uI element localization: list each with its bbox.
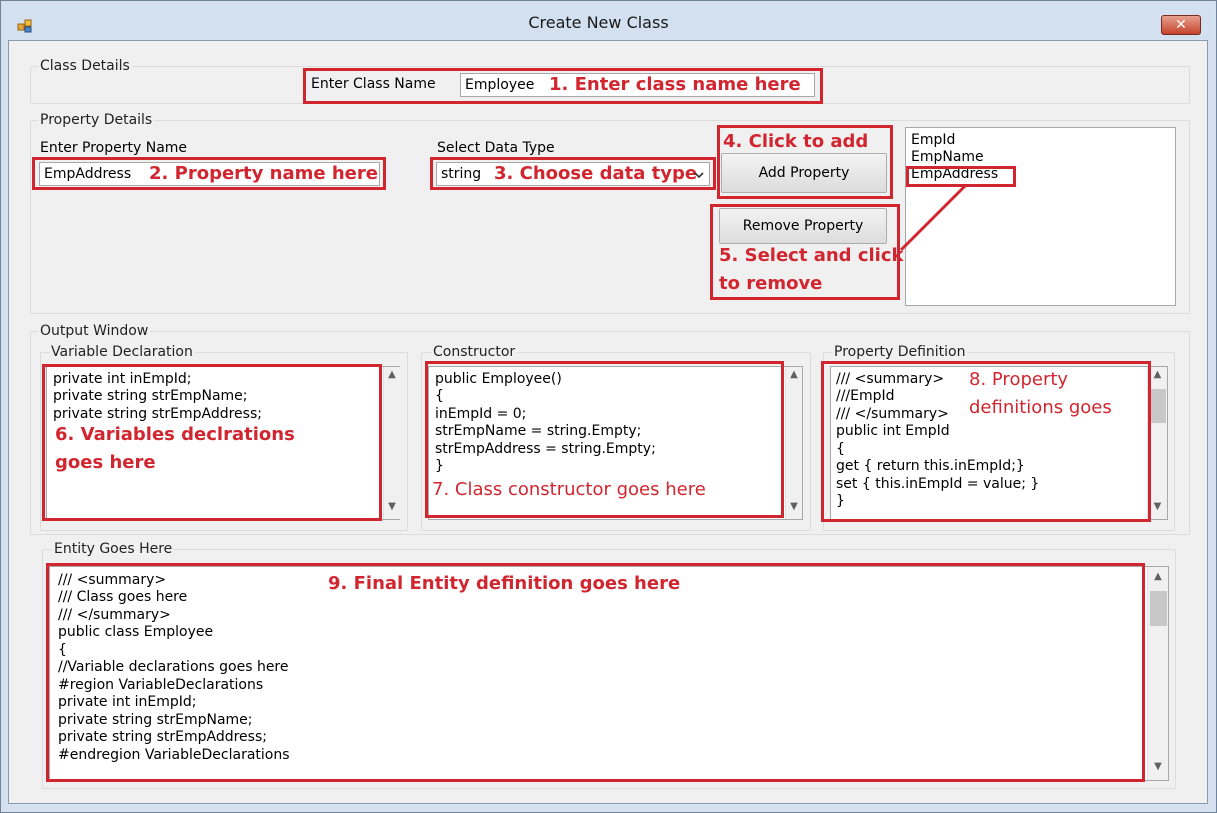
list-item[interactable]: EmpId bbox=[911, 132, 955, 150]
annotation-property-line2: definitions goes bbox=[969, 397, 1112, 418]
entity-scrollbar[interactable]: ▲ ▼ bbox=[1147, 567, 1168, 780]
class-name-input[interactable]: Employee 1. Enter class name here bbox=[460, 73, 815, 97]
class-name-label: Enter Class Name bbox=[311, 76, 436, 92]
data-type-value: string bbox=[441, 166, 482, 182]
annotation-add: 4. Click to add bbox=[723, 131, 869, 152]
annotation-class-name: 1. Enter class name here bbox=[549, 74, 801, 95]
data-type-select[interactable]: string 3. Choose data type bbox=[436, 162, 710, 186]
annotation-remove-line1: 5. Select and click bbox=[719, 245, 904, 266]
chevron-down-icon bbox=[694, 172, 704, 179]
annotation-property-name: 2. Property name here bbox=[149, 163, 378, 184]
scroll-down-arrow-icon[interactable]: ▼ bbox=[786, 501, 802, 512]
entity-label: Entity Goes Here bbox=[52, 541, 175, 557]
annotation-variables-line1: 6. Variables declrations bbox=[55, 424, 295, 445]
annotation-variables-line2: goes here bbox=[55, 452, 156, 473]
annotation-data-type: 3. Choose data type bbox=[494, 163, 698, 184]
class-name-value: Employee bbox=[465, 77, 535, 93]
scroll-down-arrow-icon[interactable]: ▼ bbox=[384, 501, 400, 512]
property-name-label: Enter Property Name bbox=[40, 140, 188, 156]
constructor-label: Constructor bbox=[431, 344, 518, 360]
annotation-remove-line2: to remove bbox=[719, 273, 823, 294]
property-name-input[interactable]: EmpAddress 2. Property name here bbox=[39, 162, 380, 186]
scroll-up-arrow-icon[interactable]: ▲ bbox=[786, 369, 802, 380]
annotation-property-line1: 8. Property bbox=[969, 369, 1069, 390]
scroll-thumb[interactable] bbox=[1150, 591, 1167, 626]
property-details-label: Property Details bbox=[38, 112, 155, 128]
list-item[interactable]: EmpName bbox=[911, 149, 984, 167]
property-name-value: EmpAddress bbox=[44, 166, 132, 182]
class-details-label: Class Details bbox=[38, 58, 132, 74]
close-icon: ✕ bbox=[1175, 17, 1187, 33]
window-title: Create New Class bbox=[528, 13, 669, 32]
constructor-scrollbar[interactable]: ▲ ▼ bbox=[785, 367, 802, 519]
add-property-button[interactable]: Add Property bbox=[721, 153, 887, 193]
scroll-thumb[interactable] bbox=[1150, 389, 1166, 423]
scroll-down-arrow-icon[interactable]: ▼ bbox=[1148, 761, 1168, 772]
annotation-constructor: 7. Class constructor goes here bbox=[432, 479, 706, 500]
output-window-label: Output Window bbox=[38, 323, 151, 339]
variable-scrollbar[interactable]: ▲ ▼ bbox=[383, 367, 400, 519]
scroll-up-arrow-icon[interactable]: ▲ bbox=[384, 369, 400, 380]
annotation-entity: 9. Final Entity definition goes here bbox=[328, 573, 681, 594]
annotation-box-entity bbox=[46, 563, 1145, 782]
remove-property-button[interactable]: Remove Property bbox=[719, 208, 887, 244]
variable-declaration-label: Variable Declaration bbox=[49, 344, 195, 360]
close-button[interactable]: ✕ bbox=[1161, 15, 1201, 35]
scroll-up-arrow-icon[interactable]: ▲ bbox=[1148, 571, 1168, 582]
annotation-pointer-line bbox=[899, 184, 967, 252]
title-bar[interactable]: Create New Class ✕ bbox=[1, 1, 1214, 39]
property-definition-label: Property Definition bbox=[832, 344, 968, 360]
data-type-label: Select Data Type bbox=[437, 140, 555, 156]
